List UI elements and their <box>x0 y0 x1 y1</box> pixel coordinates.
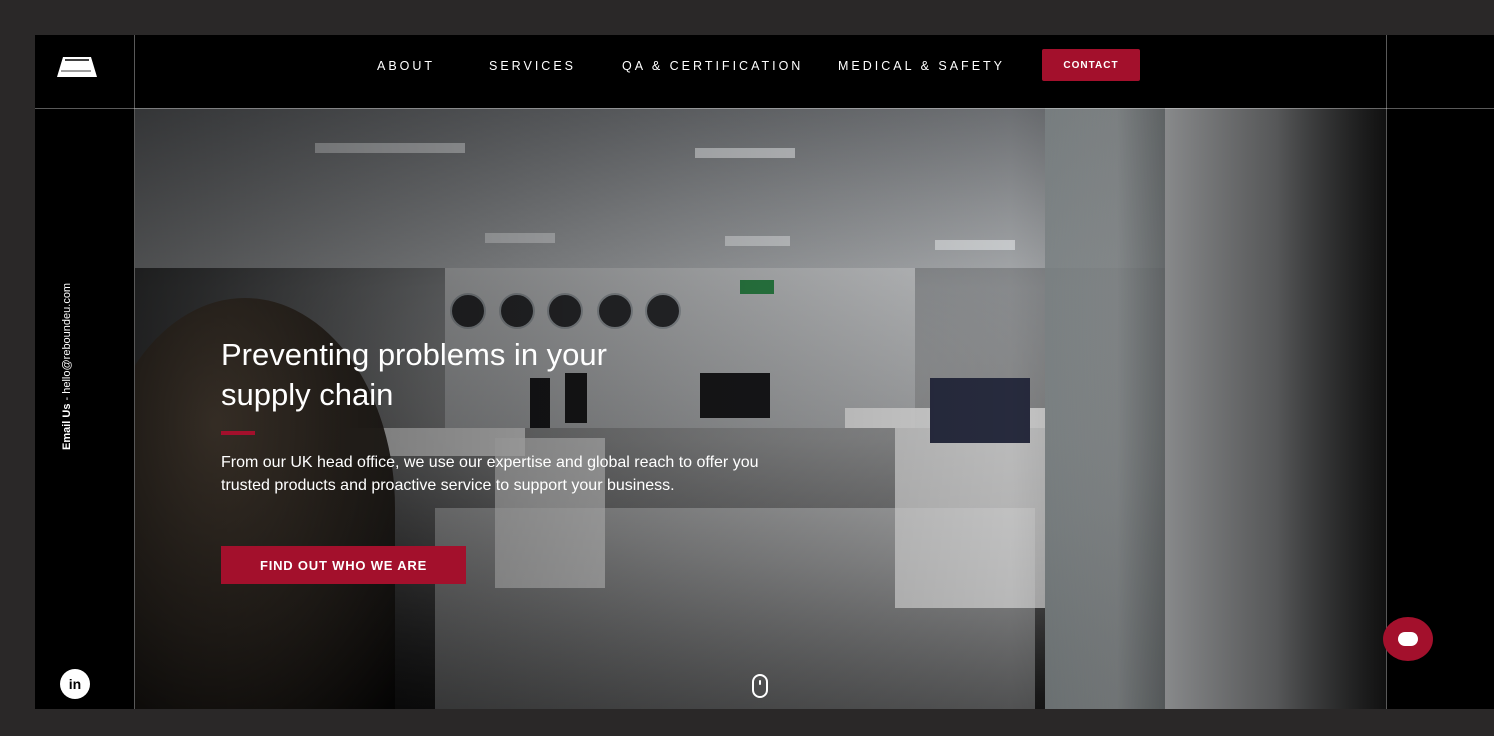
nav-item-medical-safety[interactable]: MEDICAL & SAFETY <box>838 59 1005 73</box>
nav-item-services[interactable]: SERVICES <box>489 59 576 73</box>
chat-bubble-icon[interactable] <box>1383 617 1433 661</box>
accent-bar <box>221 431 255 435</box>
mouse-scroll-icon[interactable] <box>752 674 768 698</box>
find-out-who-we-are-button[interactable]: FIND OUT WHO WE ARE <box>221 546 466 584</box>
divider-left <box>134 35 135 709</box>
nav-item-about[interactable]: ABOUT <box>377 59 435 73</box>
email-address: hello@reboundeu.com <box>61 282 73 394</box>
brand-logo-icon[interactable] <box>51 53 101 81</box>
email-separator: - <box>61 393 73 404</box>
divider-top <box>35 108 1494 109</box>
email-us-link[interactable]: Email Us - hello@reboundeu.com <box>61 283 73 450</box>
hero-headline: Preventing problems in your supply chain <box>221 337 607 412</box>
page-frame: ABOUT SERVICES QA & CERTIFICATION MEDICA… <box>35 35 1494 709</box>
email-label: Email Us <box>61 403 73 450</box>
linkedin-icon[interactable]: in <box>60 669 90 699</box>
hero-subtext: From our UK head office, we use our expe… <box>221 454 759 494</box>
main-nav: ABOUT SERVICES QA & CERTIFICATION MEDICA… <box>135 35 1386 108</box>
divider-right <box>1386 35 1387 709</box>
contact-button[interactable]: CONTACT <box>1042 49 1140 81</box>
nav-item-qa-certification[interactable]: QA & CERTIFICATION <box>622 59 803 73</box>
